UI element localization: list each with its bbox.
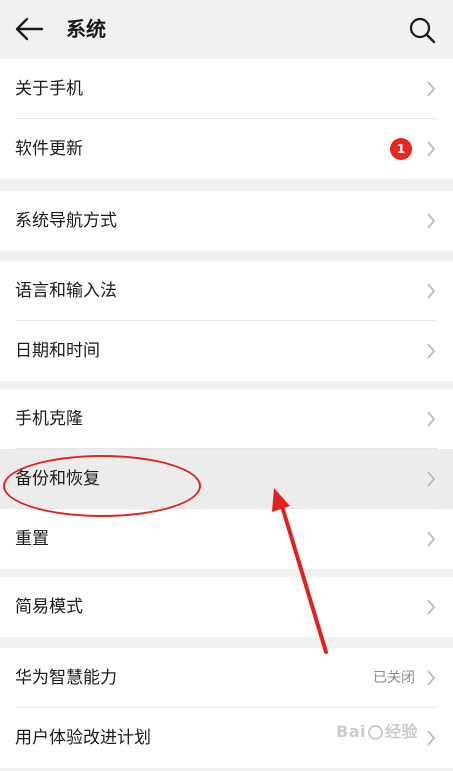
settings-item-label: 简易模式 (15, 597, 83, 617)
settings-item-system-navigation[interactable]: 系统导航方式 (0, 191, 453, 251)
settings-item-language-input[interactable]: 语言和输入法 (0, 261, 453, 321)
settings-item-label: 语言和输入法 (15, 281, 117, 301)
chevron-right-icon (427, 81, 436, 97)
annotation-ellipse (3, 455, 201, 517)
chevron-right-icon (427, 411, 436, 427)
settings-item-label: 华为智慧能力 (15, 668, 117, 688)
settings-group-simple-mode: 简易模式 (0, 577, 453, 637)
settings-group-navigation: 系统导航方式 (0, 191, 453, 251)
settings-item-huawei-intelligence[interactable]: 华为智慧能力 已关闭 (0, 648, 453, 708)
arrow-left-icon[interactable] (14, 16, 44, 42)
watermark-brand: Bai (336, 722, 366, 741)
settings-item-label: 软件更新 (15, 139, 83, 159)
settings-group-intelligence: 华为智慧能力 已关闭 用户体验改进计划 (0, 648, 453, 768)
settings-item-label: 系统导航方式 (15, 211, 117, 231)
settings-group-language-time: 语言和输入法 日期和时间 (0, 261, 453, 381)
settings-item-simple-mode[interactable]: 简易模式 (0, 577, 453, 637)
settings-group-device: 关于手机 软件更新 1 (0, 59, 453, 179)
search-icon[interactable] (408, 16, 436, 44)
page-title: 系统 (66, 17, 106, 41)
settings-item-date-time[interactable]: 日期和时间 (0, 321, 453, 381)
settings-item-label: 日期和时间 (15, 341, 100, 361)
app-header: 系统 (0, 0, 453, 58)
chevron-right-icon (427, 531, 436, 547)
settings-item-about-phone[interactable]: 关于手机 (0, 59, 453, 119)
settings-item-phone-clone[interactable]: 手机克隆 (0, 389, 453, 449)
update-count-badge: 1 (390, 138, 412, 160)
chevron-right-icon (427, 599, 436, 615)
settings-item-label: 手机克隆 (15, 409, 83, 429)
chevron-right-icon (427, 471, 436, 487)
chevron-right-icon (427, 670, 436, 686)
watermark-suffix: 经验 (384, 722, 418, 741)
settings-item-label: 重置 (15, 529, 49, 549)
watermark: Bai 经验 (336, 718, 418, 742)
settings-item-label: 用户体验改进计划 (15, 728, 151, 748)
settings-item-status: 已关闭 (373, 670, 415, 686)
chevron-right-icon (427, 730, 436, 746)
paw-icon (367, 725, 383, 740)
settings-item-software-update[interactable]: 软件更新 1 (0, 119, 453, 179)
settings-item-reset[interactable]: 重置 (0, 509, 453, 569)
settings-item-label: 关于手机 (15, 79, 83, 99)
chevron-right-icon (427, 141, 436, 157)
chevron-right-icon (427, 283, 436, 299)
chevron-right-icon (427, 213, 436, 229)
chevron-right-icon (427, 343, 436, 359)
